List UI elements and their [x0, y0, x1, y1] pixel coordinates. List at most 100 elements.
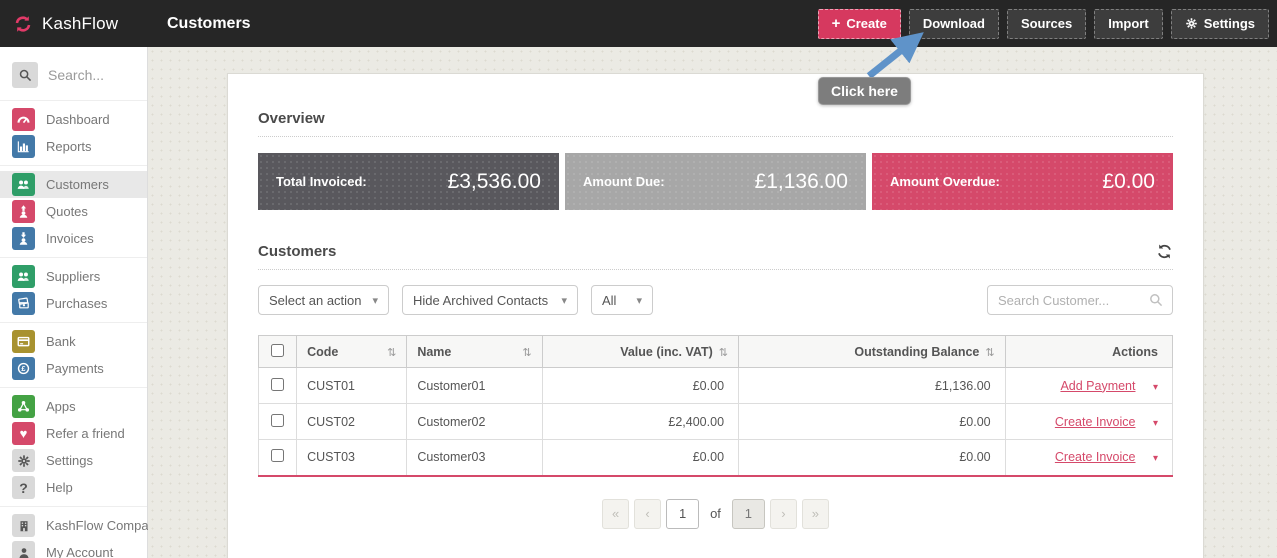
pagination-total-button[interactable]: 1 [731, 498, 765, 529]
sidebar-item-label: Settings [46, 453, 93, 468]
bar-chart-icon [12, 135, 35, 158]
sidebar-item-dashboard[interactable]: Dashboard [0, 106, 147, 133]
plus-icon [832, 15, 841, 32]
cell-value: £2,400.00 [541, 403, 740, 440]
sidebar-item-label: Purchases [46, 296, 108, 311]
sort-arrows-icon[interactable] [719, 345, 728, 359]
row-checkbox[interactable] [271, 377, 285, 391]
sort-arrows-icon[interactable] [522, 345, 531, 359]
caret-down-icon[interactable]: ▾ [1153, 418, 1158, 429]
sidebar-item-my-account[interactable]: My Account [0, 539, 147, 558]
sidebar-item-kashflow-company[interactable]: KashFlow Company [0, 512, 162, 539]
sidebar-item-invoices[interactable]: Invoices [0, 225, 147, 252]
bank-card-icon [12, 330, 35, 353]
column-header-balance[interactable]: Outstanding Balance [854, 345, 979, 359]
download-button-label: Download [922, 16, 985, 31]
sidebar-item-reports[interactable]: Reports [0, 133, 147, 160]
sidebar-item-suppliers[interactable]: Suppliers [0, 263, 147, 290]
question-icon [12, 476, 35, 499]
create-button-label: Create [846, 16, 887, 31]
pagination-last-button[interactable]: » [801, 498, 829, 529]
sidebar-item-label: Help [46, 480, 73, 495]
pagination-next-button[interactable]: › [769, 498, 797, 529]
brand-logo[interactable]: KashFlow [0, 14, 148, 34]
import-button-label: Import [1108, 16, 1149, 31]
import-button[interactable]: Import [1094, 8, 1163, 39]
main-content: Overview Total Invoiced: £3,536.00 Amoun… [148, 47, 1277, 558]
sidebar-group-banking: Bank £ Payments [0, 323, 147, 388]
sidebar-search-button[interactable] [12, 62, 38, 88]
sidebar-item-quotes[interactable]: Quotes [0, 198, 147, 225]
stat-total-invoiced: Total Invoiced: £3,536.00 [258, 153, 559, 210]
archived-filter-select[interactable]: Hide Archived Contacts [402, 285, 578, 315]
sidebar-group-purchasing: Suppliers Purchases [0, 258, 147, 323]
create-button[interactable]: Create [817, 8, 901, 39]
download-button[interactable]: Download [908, 8, 999, 39]
pagination-first-button[interactable]: « [602, 498, 630, 529]
row-action-link[interactable]: Create Invoice [1055, 450, 1136, 464]
sidebar-group-misc: Apps Refer a friend Settings Help [0, 388, 147, 507]
overview-heading: Overview [258, 110, 1173, 137]
coin-icon: £ [12, 357, 35, 380]
cell-code: CUST02 [296, 403, 408, 440]
pagination-current-input[interactable] [666, 498, 700, 529]
sidebar-item-label: Apps [46, 399, 76, 414]
action-select[interactable]: Select an action [258, 285, 389, 315]
sidebar-item-bank[interactable]: Bank [0, 328, 147, 355]
column-header-code[interactable]: Code [307, 345, 338, 359]
person-arrow-up-icon [12, 200, 35, 223]
refresh-icon[interactable] [1156, 243, 1173, 260]
sidebar-item-apps[interactable]: Apps [0, 393, 147, 420]
stat-label: Total Invoiced: [276, 174, 367, 189]
settings-button[interactable]: Settings [1170, 8, 1269, 39]
sort-arrows-icon[interactable] [985, 345, 994, 359]
overview-title: Overview [258, 110, 325, 127]
heart-icon [12, 422, 35, 445]
row-checkbox[interactable] [271, 413, 285, 427]
select-all-checkbox[interactable] [271, 343, 285, 357]
column-header-value[interactable]: Value (inc. VAT) [620, 345, 713, 359]
sidebar-item-label: Quotes [46, 204, 88, 219]
gear-icon [12, 449, 35, 472]
sources-button[interactable]: Sources [1006, 8, 1087, 39]
sort-arrows-icon[interactable] [387, 345, 396, 359]
sidebar-item-purchases[interactable]: Purchases [0, 290, 147, 317]
sidebar: Dashboard Reports [0, 47, 162, 558]
cell-value: £0.00 [541, 367, 740, 404]
row-action-link[interactable]: Add Payment [1060, 379, 1135, 393]
cell-name: Customer02 [406, 403, 543, 440]
sidebar-item-customers[interactable]: Customers [0, 171, 147, 198]
pagination-prev-button[interactable]: ‹ [634, 498, 662, 529]
customer-search-input[interactable] [998, 292, 1148, 308]
top-bar: KashFlow Customers Create Download Sourc… [0, 0, 1277, 47]
stat-value: £0.00 [1102, 169, 1155, 193]
sidebar-item-settings[interactable]: Settings [0, 447, 147, 474]
sidebar-item-payments[interactable]: £ Payments [0, 355, 147, 382]
sidebar-item-label: Customers [46, 177, 109, 192]
svg-text:£: £ [21, 364, 26, 373]
column-header-name[interactable]: Name [417, 345, 451, 359]
sidebar-item-label: Bank [46, 334, 76, 349]
table-row: CUST02 Customer02 £2,400.00 £0.00 Create… [257, 403, 1174, 440]
filter-bar: Select an action Hide Archived Contacts … [258, 285, 1173, 315]
pagination-of-label: of [710, 506, 721, 521]
sidebar-item-label: Reports [46, 139, 92, 154]
cell-balance: £0.00 [738, 403, 1006, 440]
caret-down-icon[interactable]: ▾ [1153, 382, 1158, 393]
row-checkbox[interactable] [271, 449, 285, 463]
row-action-link[interactable]: Create Invoice [1055, 415, 1136, 429]
caret-down-icon[interactable]: ▾ [1153, 453, 1158, 464]
sidebar-search-input[interactable] [48, 67, 138, 83]
sidebar-item-help[interactable]: Help [0, 474, 147, 501]
stat-label: Amount Overdue: [890, 174, 1000, 189]
table-row: CUST01 Customer01 £0.00 £1,136.00 Add Pa… [257, 367, 1174, 404]
search-icon [18, 68, 33, 83]
sidebar-item-label: Payments [46, 361, 104, 376]
sidebar-item-label: Dashboard [46, 112, 110, 127]
cell-balance: £0.00 [738, 439, 1006, 477]
sidebar-item-refer-a-friend[interactable]: Refer a friend [0, 420, 147, 447]
all-filter-select[interactable]: All [591, 285, 653, 315]
sidebar-item-label: Suppliers [46, 269, 101, 284]
sidebar-item-label: My Account [46, 545, 114, 558]
sidebar-item-label: Invoices [46, 231, 94, 246]
